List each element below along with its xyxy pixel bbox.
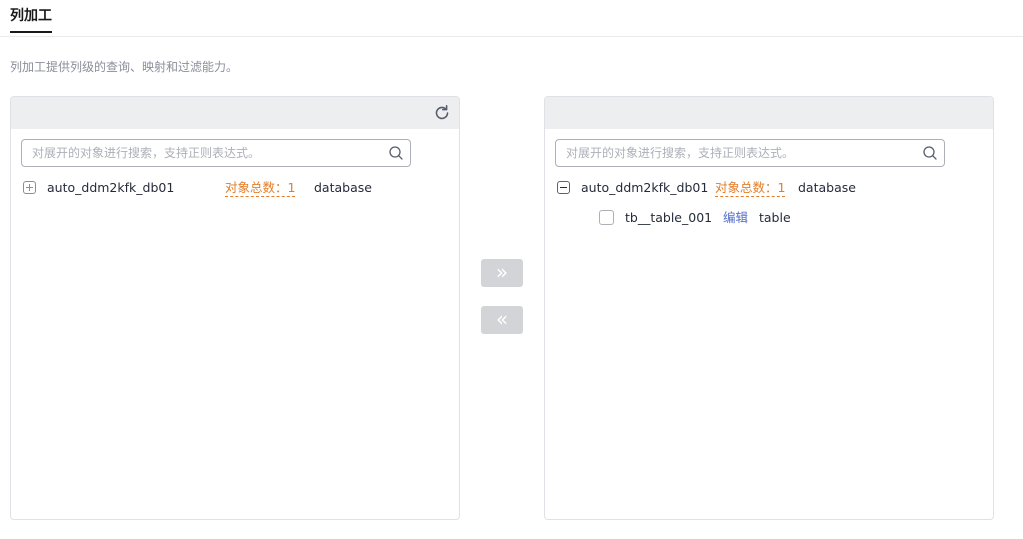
refresh-icon[interactable] [433,104,451,122]
target-panel: auto_ddm2kfk_db01 对象总数：1 database tb__ta… [544,96,994,520]
source-search-box [21,139,411,167]
target-search-box [555,139,945,167]
collapse-icon[interactable] [557,181,570,194]
node-count: 对象总数：1 [225,180,296,197]
source-panel-header [11,97,459,129]
node-name: auto_ddm2kfk_db01 [581,180,709,195]
node-name: tb__table_001 [625,210,713,225]
expand-icon[interactable] [23,181,36,194]
page-description: 列加工提供列级的查询、映射和过滤能力。 [10,60,239,74]
node-name: auto_ddm2kfk_db01 [47,180,175,195]
tree-node-database: auto_ddm2kfk_db01 对象总数：1 database [23,178,453,198]
node-type: database [314,180,372,195]
target-panel-header [545,97,993,129]
source-panel: auto_ddm2kfk_db01 对象总数：1 database [10,96,460,520]
tree-node-database: auto_ddm2kfk_db01 对象总数：1 database [557,178,987,198]
node-type: table [759,210,791,225]
tab-bar: 列加工 [0,0,1023,37]
node-count: 对象总数：1 [715,180,786,197]
source-search-input[interactable] [32,144,382,162]
node-type: database [798,180,856,195]
edit-link[interactable]: 编辑 [723,208,748,228]
move-right-button[interactable]: » [481,259,523,287]
tab-column-processing[interactable]: 列加工 [10,7,52,33]
search-icon[interactable] [922,145,938,161]
move-left-button[interactable]: « [481,306,523,334]
table-checkbox[interactable] [599,210,614,225]
search-icon[interactable] [388,145,404,161]
tree-node-table: tb__table_001 编辑 table [599,208,989,228]
target-search-input[interactable] [566,144,916,162]
